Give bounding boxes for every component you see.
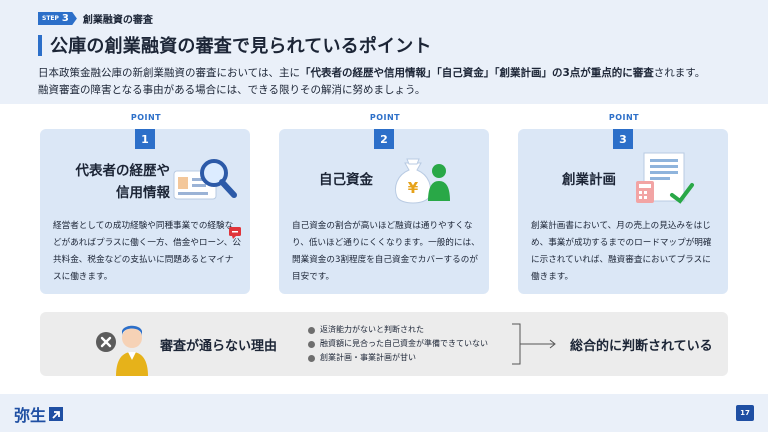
point-2-number: 2 (374, 129, 394, 149)
overall-judgement-text: 総合的に判断されている (570, 339, 713, 354)
point-2-body: 自己資金の割合が高いほど融資は通りやすくなり、低いほど通りにくくなります。一般的… (292, 221, 480, 282)
step-badge-prefix: STEP (42, 15, 59, 22)
list-item: 創業計画・事業計画が甘い (308, 351, 488, 365)
page-title: 公庫の創業融資の審査で見られているポイント (50, 36, 432, 57)
step-indicator: STEP 3 創業融資の審査 (38, 11, 153, 26)
point-card-3: 3 創業計画 創業計画書において、月の売上の見込みをはじめ、事業が成功するまでの… (518, 129, 728, 294)
point-2-title: 自己資金 (319, 172, 373, 188)
point-1-number: 1 (135, 129, 155, 149)
lead-line1-a: 日本政策金融公庫の新創業融資の審査においては、主に (38, 67, 300, 79)
yen-icon: ¥ (408, 179, 419, 197)
point-1-title: 代表者の経歴や 信用情報 (54, 160, 171, 204)
step-title: 創業融資の審査 (82, 15, 153, 26)
lead-line1-c: されます。 (653, 67, 706, 79)
point-card-1: 1 代表者の経歴や 信用情報 経営者としての成功経験や同種事業での経験などがあれ… (40, 129, 250, 294)
footer-band: 弥生 17 (0, 394, 768, 432)
point-2-label: POINT (369, 113, 401, 122)
lead-paragraph: 日本政策金融公庫の新創業融資の審査においては、主に「代表者の経歴や信用情報」「自… (38, 65, 738, 99)
bracket-arrow-icon (512, 323, 556, 365)
page-number: 17 (736, 405, 754, 421)
person-cross-icon (96, 325, 148, 376)
point-3-body: 創業計画書において、月の売上の見込みをはじめ、事業が成功するまでのロードマップが… (531, 221, 712, 282)
logo-text: 弥生 (14, 406, 47, 425)
list-item: 融資額に見合った自己資金が準備できていない (308, 337, 488, 351)
logo-arrow-icon (49, 407, 64, 421)
rejection-reasons-list: 返済能力がないと判断された 融資額に見合った自己資金が準備できていない 創業計画… (308, 323, 488, 365)
rejection-reasons-box: 審査が通らない理由 返済能力がないと判断された 融資額に見合った自己資金が準備で… (40, 312, 728, 376)
page-heading: 公庫の創業融資の審査で見られているポイント (38, 34, 432, 57)
point-1-title-line2: 信用情報 (116, 185, 170, 201)
list-item: 返済能力がないと判断された (308, 323, 488, 337)
step-badge: STEP 3 (38, 12, 77, 25)
money-bag-person-icon: ¥ (395, 158, 450, 204)
bullet-icon (308, 340, 315, 348)
point-card-2: 2 自己資金 ¥ 自己資金の割合が高いほど融資は通りやすくなり、低いほど通りにく… (279, 129, 489, 294)
point-3-label: POINT (608, 113, 640, 122)
business-plan-icon (636, 152, 694, 204)
chat-icon (229, 227, 241, 239)
point-1-body: 経営者としての成功経験や同種事業での経験などがあればプラスに働く一方、借金やロー… (53, 221, 241, 282)
step-badge-number: 3 (61, 13, 69, 24)
yayoi-logo: 弥生 (14, 402, 64, 426)
lead-line2: 融資審査の障害となる事由がある場合には、できる限りその解消に努めましょう。 (38, 84, 426, 96)
point-3-number: 3 (613, 129, 633, 149)
point-1-title-line1: 代表者の経歴や (75, 163, 171, 179)
id-card-search-icon (173, 159, 237, 200)
rejection-reasons-title: 審査が通らない理由 (160, 339, 278, 354)
point-1-label: POINT (130, 113, 162, 122)
lead-line1-b: 「代表者の経歴や信用情報」「自己資金」「創業計画」の3点が重点的に審査 (299, 67, 654, 79)
heading-accent-bar (38, 34, 42, 56)
bullet-icon (308, 326, 315, 334)
bullet-icon (308, 354, 315, 362)
point-3-title: 創業計画 (562, 172, 616, 188)
